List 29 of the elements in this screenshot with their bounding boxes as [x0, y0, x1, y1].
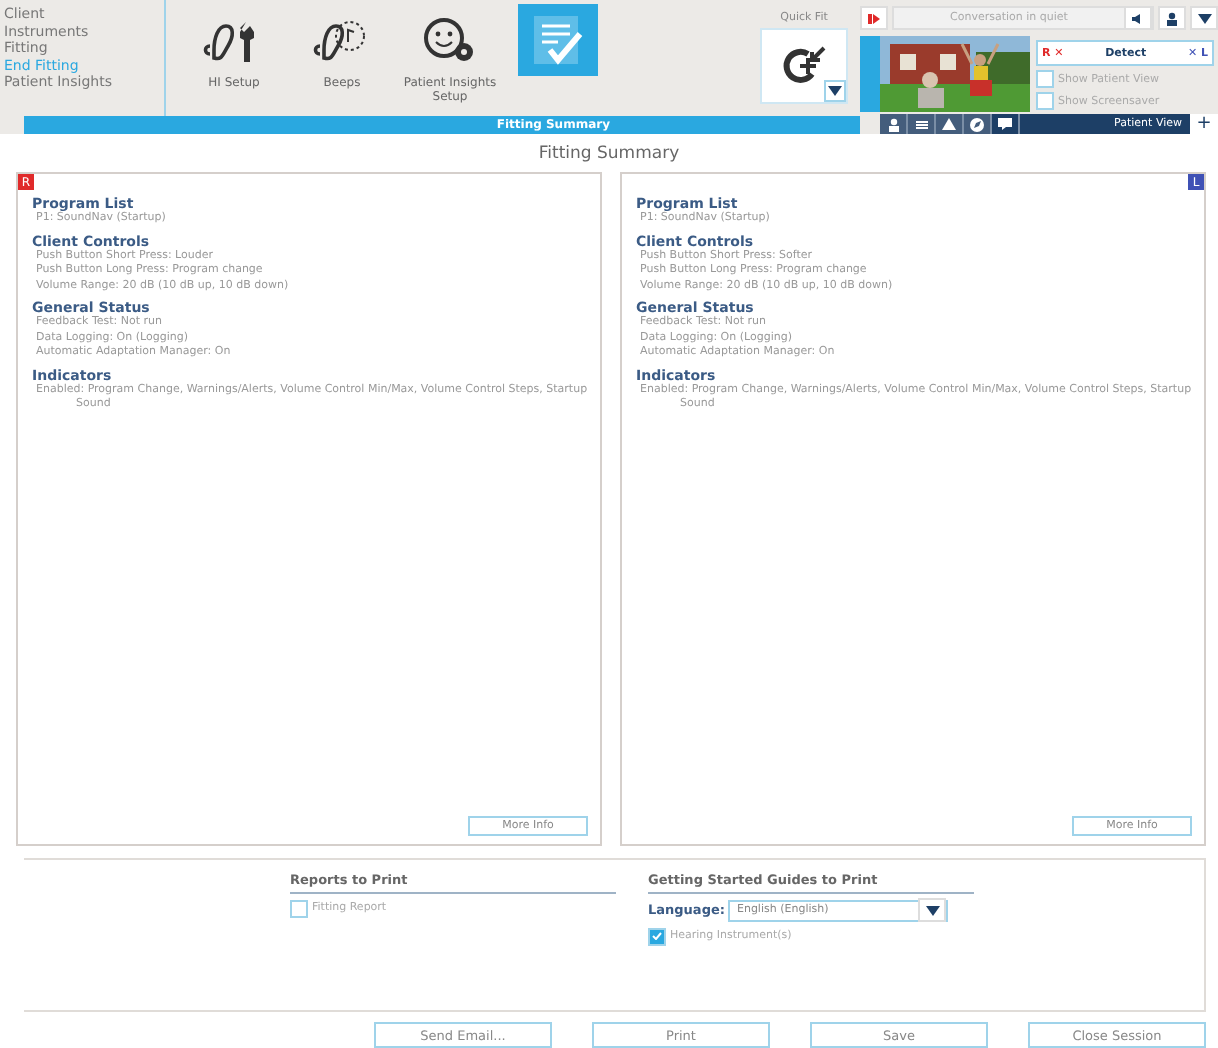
side-strip	[860, 36, 880, 112]
check-icon	[652, 932, 662, 941]
person-icon	[887, 117, 899, 131]
person-icon	[1166, 11, 1178, 25]
speaker-icon	[1132, 13, 1144, 23]
quick-fit-button[interactable]	[760, 28, 848, 104]
target-arrow-icon	[782, 46, 826, 86]
record-icon	[868, 13, 880, 23]
list-icon	[915, 119, 927, 129]
checkbox[interactable]	[1036, 92, 1054, 110]
warning-icon	[942, 118, 956, 130]
dropdown-button[interactable]	[1190, 6, 1218, 30]
toolbar-button[interactable]	[964, 114, 992, 134]
toolbar-button[interactable]	[992, 114, 1020, 134]
checkbox[interactable]	[648, 927, 666, 946]
dropdown-arrow-icon	[1197, 13, 1211, 23]
checkbox[interactable]	[1036, 70, 1054, 88]
page-title: Fitting Summary	[536, 142, 682, 168]
chat-icon	[998, 118, 1012, 130]
dropdown-arrow-icon	[925, 905, 940, 916]
toolbar-button[interactable]	[880, 114, 908, 134]
checklist-icon	[528, 12, 588, 68]
toolbar-button[interactable]	[936, 114, 964, 134]
checkbox[interactable]	[290, 899, 308, 918]
toolbar-button[interactable]	[908, 114, 936, 134]
dropdown-arrow-icon	[828, 86, 842, 96]
compass-icon	[970, 117, 984, 131]
person-button[interactable]	[1158, 6, 1186, 30]
add-button[interactable]: +	[1190, 114, 1218, 134]
